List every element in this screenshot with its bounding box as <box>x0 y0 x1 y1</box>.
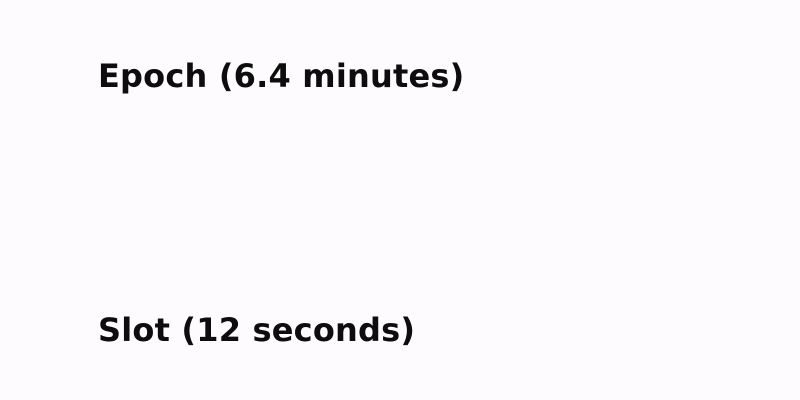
epoch-label: Epoch (6.4 minutes) <box>98 57 465 95</box>
diagram-canvas: Epoch (6.4 minutes) Slot (12 seconds) <box>0 0 800 400</box>
slot-label: Slot (12 seconds) <box>98 311 416 349</box>
